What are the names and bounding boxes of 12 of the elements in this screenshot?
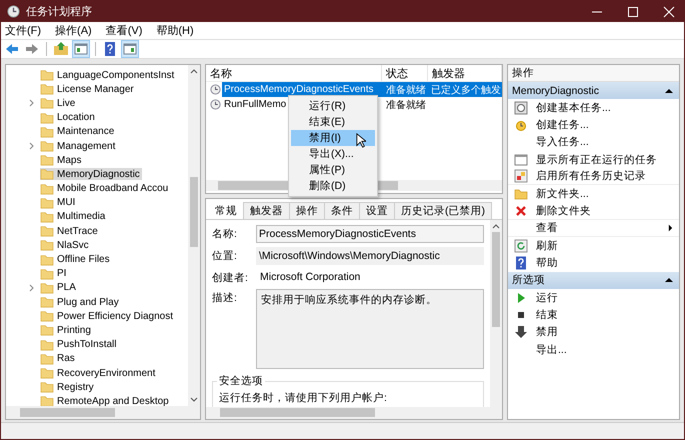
author-text: Microsoft Corporation: [259, 270, 362, 285]
task-status-cell: 准备就绪: [382, 82, 428, 97]
panel-title: 操作: [508, 65, 679, 82]
field-label: 描述:: [212, 291, 238, 305]
field-label: 名称:: [212, 227, 238, 241]
task-status-cell-text: 准备就绪: [385, 98, 427, 112]
window-title: 任务计划程序: [26, 4, 92, 19]
field-label: 创建者:: [212, 271, 249, 285]
group-title: 安全选项: [217, 374, 265, 388]
task-trigger-cell: 已定义多个触发: [428, 82, 502, 97]
field-label: 位置:: [212, 249, 238, 263]
security-text: 运行任务时，请使用下列用户帐户:: [219, 391, 388, 405]
